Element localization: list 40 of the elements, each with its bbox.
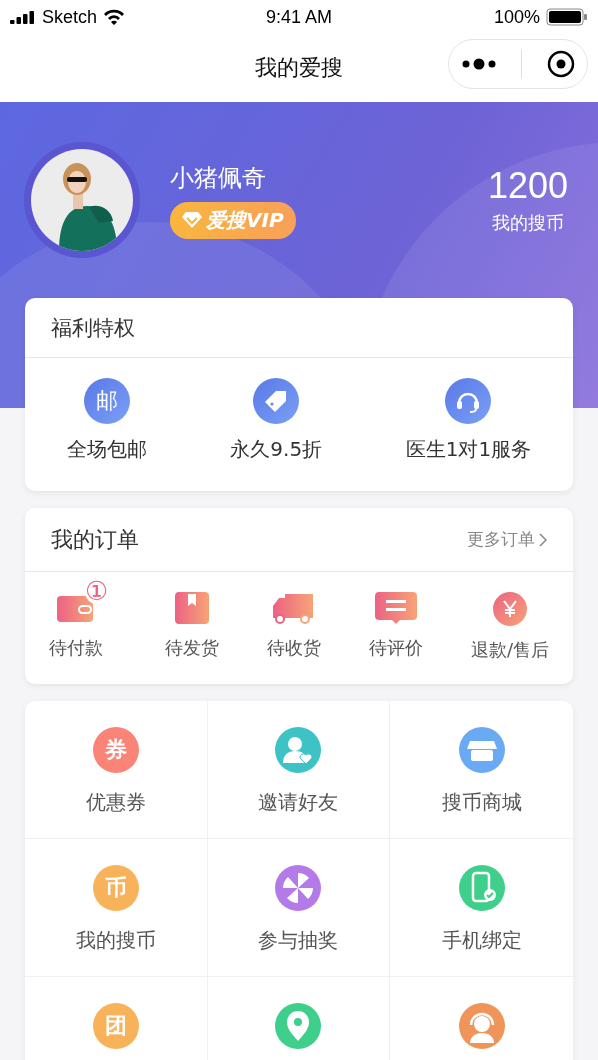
service-tile[interactable]: 参与抽奖 (207, 839, 391, 977)
benefit-label: 全场包邮 (66, 436, 147, 463)
service-icon: 币 (92, 865, 139, 911)
card-title: 福利特权 (51, 314, 135, 342)
service-tile[interactable]: 邀请好友 (207, 701, 391, 839)
benefit-icon: 邮 (83, 378, 130, 424)
tag-icon (253, 378, 300, 424)
benefit-label: 永久9.5折 (230, 436, 323, 463)
order-status-item[interactable]: 待评价 (368, 592, 423, 662)
more-orders-link[interactable]: 更多订单 (467, 528, 547, 551)
more-icon[interactable] (461, 58, 496, 70)
page-title: 我的爱搜 (255, 54, 343, 82)
close-icon[interactable] (546, 50, 575, 78)
benefit-label: 医生1对1服务 (405, 436, 532, 463)
service-tile[interactable]: 搜币商城 (390, 701, 573, 839)
user-name: 小猪佩奇 (170, 162, 267, 194)
signal-icon (10, 10, 36, 24)
service-tile[interactable]: 币 我的搜币 (25, 839, 208, 977)
service-icon: 团 (92, 1003, 139, 1049)
headset-icon (445, 378, 492, 424)
service-icon: 券 (92, 727, 139, 773)
coin-count: 1200 (487, 165, 568, 207)
coin-label: 我的搜币 (491, 211, 564, 235)
order-status-item[interactable]: 退款/售后 (470, 592, 549, 662)
service-tile[interactable]: 券 优惠券 (25, 701, 208, 839)
battery-percent: 100% (493, 6, 540, 28)
vip-badge: 爱搜VIP (170, 201, 296, 239)
service-tile[interactable]: 手机绑定 (390, 839, 573, 977)
carrier-name: Sketch (42, 6, 98, 28)
battery-icon (546, 7, 588, 27)
chevron-right-icon (539, 532, 547, 547)
order-status-item[interactable]: 待收货 (266, 592, 321, 662)
comment-icon (372, 592, 419, 624)
count-badge: ① (85, 578, 109, 604)
status-time: 9:41 AM (265, 6, 332, 28)
card-title: 我的订单 (51, 525, 139, 554)
yen-icon (492, 592, 527, 626)
order-status-item[interactable]: ① 待付款 (49, 578, 117, 662)
wifi-icon (103, 9, 126, 25)
order-status-item[interactable]: 待发货 (164, 592, 219, 662)
